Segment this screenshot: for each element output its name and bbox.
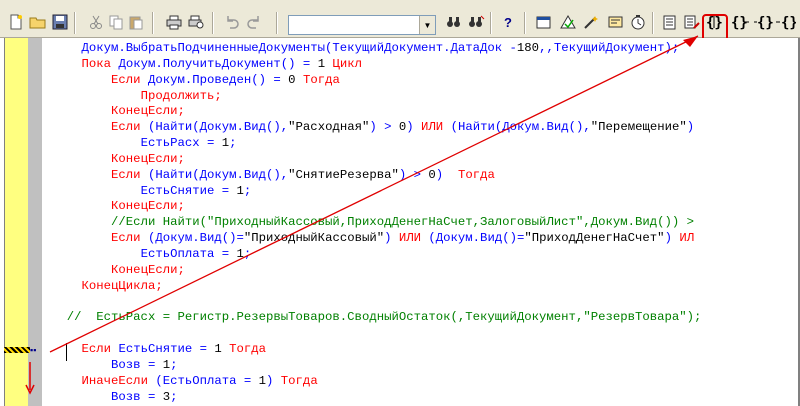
annotation-arrow xyxy=(49,35,699,353)
annotation-arrowhead-icon xyxy=(683,36,698,47)
annotation-overlay xyxy=(25,35,699,395)
